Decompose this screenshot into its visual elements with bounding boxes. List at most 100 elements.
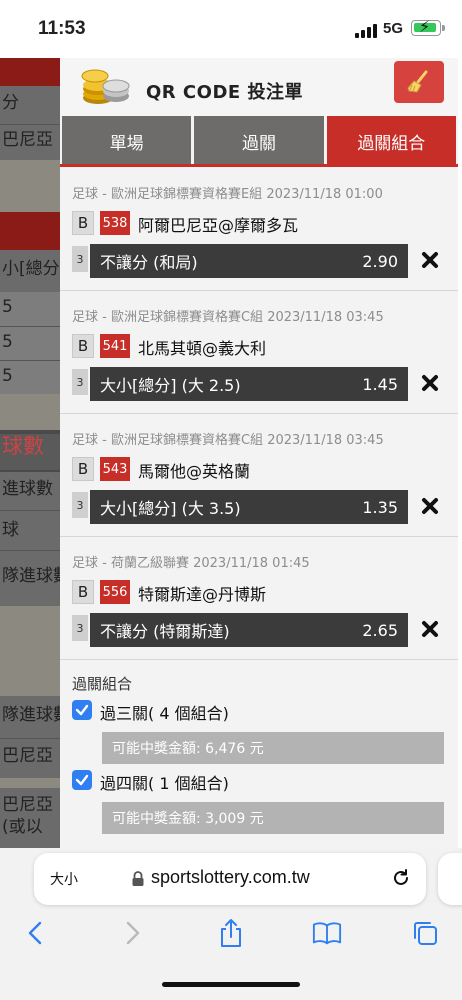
text-size-button[interactable]: 大小 bbox=[50, 869, 78, 889]
bet-league-line: 足球 - 荷蘭乙級聯賽 2023/11/18 01:45 bbox=[72, 552, 310, 571]
battery-icon: ⚡ bbox=[411, 17, 445, 36]
address-bar[interactable]: 大小 sportslottery.com.tw bbox=[34, 853, 426, 905]
back-button[interactable] bbox=[20, 918, 50, 948]
broom-icon bbox=[407, 70, 428, 93]
selection-label: 不讓分 (和局) bbox=[100, 253, 198, 272]
bg-row: 巴尼亞 bbox=[0, 124, 60, 160]
network-label: 5G bbox=[383, 20, 404, 37]
chevron-left-icon bbox=[28, 921, 42, 945]
bg-row-empty bbox=[0, 394, 60, 430]
tabs-button[interactable] bbox=[410, 918, 440, 948]
tab-single[interactable]: 單場 bbox=[62, 116, 192, 166]
bet-type-badge: B bbox=[72, 457, 94, 481]
odds-index: 3 bbox=[72, 246, 88, 272]
selection-label: 大小[總分] (大 3.5) bbox=[100, 499, 241, 518]
potential-prize: 可能中獎金額: 6,476 元 bbox=[102, 732, 444, 764]
close-icon bbox=[422, 252, 438, 268]
selection-label: 不讓分 (特爾斯達) bbox=[100, 622, 230, 641]
bet-league: 足球 - 歐洲足球錦標賽資格賽C組 bbox=[72, 310, 264, 325]
reload-icon[interactable] bbox=[390, 867, 412, 889]
bet-type-badge: B bbox=[72, 211, 94, 235]
bg-row: 5 bbox=[0, 326, 60, 360]
share-button[interactable] bbox=[216, 918, 246, 948]
bet-teams: 北馬其頓@義大利 bbox=[138, 339, 267, 358]
potential-prize: 可能中獎金額: 3,009 元 bbox=[102, 802, 444, 834]
odds-value: 1.35 bbox=[362, 497, 398, 517]
status-time: 11:53 bbox=[38, 18, 86, 39]
bg-row: 小[總分] bbox=[0, 250, 60, 292]
bet-league: 足球 - 荷蘭乙級聯賽 bbox=[72, 556, 189, 571]
bg-row-empty bbox=[0, 160, 60, 212]
bg-row: 分 bbox=[0, 86, 60, 124]
browser-toolbar: 大小 sportslottery.com.tw bbox=[0, 848, 462, 1000]
odds-value: 1.45 bbox=[362, 374, 398, 394]
bookmarks-button[interactable] bbox=[312, 918, 342, 948]
bet-teams: 阿爾巴尼亞@摩爾多瓦 bbox=[138, 216, 299, 235]
bet-item: 足球 - 歐洲足球錦標賽資格賽C組 2023/11/18 03:45 B 541… bbox=[60, 291, 458, 414]
bet-league: 足球 - 歐洲足球錦標賽資格賽E組 bbox=[72, 187, 263, 202]
bet-datetime: 2023/11/18 03:45 bbox=[267, 433, 384, 448]
odds-selection: 大小[總分] (大 2.5) 1.45 bbox=[90, 367, 408, 401]
match-number-badge: 556 bbox=[100, 580, 130, 604]
odds-index: 3 bbox=[72, 369, 88, 395]
bet-list: 足球 - 歐洲足球錦標賽資格賽E組 2023/11/18 01:00 B 538… bbox=[60, 168, 458, 660]
combo-option-label[interactable]: 過四關( 1 個組合) bbox=[100, 770, 229, 794]
background-page: 分 巴尼亞 小[總分] 5 5 5 球數 進球數 球 隊進球數 隊進球數 巴尼亞… bbox=[0, 58, 60, 848]
remove-bet-button[interactable] bbox=[418, 248, 442, 272]
bg-row: 隊進球數 bbox=[0, 550, 60, 606]
tab-underline bbox=[60, 164, 458, 167]
combo-option-label[interactable]: 過三關( 4 個組合) bbox=[100, 700, 229, 724]
remove-bet-button[interactable] bbox=[418, 371, 442, 395]
url-text[interactable]: sportslottery.com.tw bbox=[151, 867, 310, 888]
odds-index: 3 bbox=[72, 492, 88, 518]
combo-checkbox[interactable] bbox=[72, 770, 92, 790]
bet-datetime: 2023/11/18 01:00 bbox=[266, 187, 383, 202]
qr-betslip-modal: QR CODE 投注單 單場 過關 過關組合 足球 - 歐洲足球錦標賽資格賽E組… bbox=[60, 58, 458, 848]
chevron-right-icon bbox=[126, 921, 140, 945]
close-icon bbox=[422, 498, 438, 514]
bg-header-bar bbox=[0, 58, 60, 86]
modal-header: QR CODE 投注單 bbox=[60, 58, 458, 116]
bet-item: 足球 - 荷蘭乙級聯賽 2023/11/18 01:45 B 556 特爾斯達@… bbox=[60, 537, 458, 660]
tab-parlay-combo[interactable]: 過關組合 bbox=[326, 116, 456, 166]
bg-row-empty bbox=[0, 606, 60, 696]
bg-row: (或以 bbox=[0, 818, 60, 848]
bet-type-badge: B bbox=[72, 580, 94, 604]
bg-row: 隊進球數 bbox=[0, 696, 60, 738]
bet-datetime: 2023/11/18 01:45 bbox=[193, 556, 310, 571]
odds-selection: 大小[總分] (大 3.5) 1.35 bbox=[90, 490, 408, 524]
bet-league-line: 足球 - 歐洲足球錦標賽資格賽C組 2023/11/18 03:45 bbox=[72, 306, 384, 325]
remove-bet-button[interactable] bbox=[418, 494, 442, 518]
bg-header-bar bbox=[0, 212, 60, 250]
bg-row: 巴尼亞 bbox=[0, 738, 60, 778]
bg-row: 球數 bbox=[0, 434, 60, 470]
next-tab-peek[interactable] bbox=[438, 853, 462, 905]
combo-checkbox[interactable] bbox=[72, 700, 92, 720]
bg-row: 進球數 bbox=[0, 472, 60, 510]
remove-bet-button[interactable] bbox=[418, 617, 442, 641]
bet-teams: 馬爾他@英格蘭 bbox=[138, 462, 251, 481]
coins-icon bbox=[81, 69, 130, 104]
odds-selection: 不讓分 (特爾斯達) 2.65 bbox=[90, 613, 408, 647]
modal-title: QR CODE 投注單 bbox=[146, 82, 303, 103]
bet-item: 足球 - 歐洲足球錦標賽資格賽C組 2023/11/18 03:45 B 543… bbox=[60, 414, 458, 537]
forward-button[interactable] bbox=[118, 918, 148, 948]
selection-label: 大小[總分] (大 2.5) bbox=[100, 376, 241, 395]
bg-row-empty bbox=[0, 778, 60, 788]
tabs-icon bbox=[414, 922, 437, 945]
clear-betslip-button[interactable] bbox=[394, 61, 444, 103]
odds-value: 2.90 bbox=[362, 251, 398, 271]
bet-league: 足球 - 歐洲足球錦標賽資格賽C組 bbox=[72, 433, 264, 448]
status-bar: 11:53 5G ⚡ bbox=[0, 0, 462, 58]
match-number-badge: 538 bbox=[100, 211, 130, 235]
combo-heading: 過關組合 bbox=[72, 675, 133, 693]
odds-value: 2.65 bbox=[362, 620, 398, 640]
match-number-badge: 543 bbox=[100, 457, 130, 481]
lock-icon bbox=[132, 871, 144, 886]
tab-parlay[interactable]: 過關 bbox=[194, 116, 324, 166]
bg-row: 5 bbox=[0, 360, 60, 394]
odds-index: 3 bbox=[72, 615, 88, 641]
parlay-combo-section: 過關組合 過三關( 4 個組合) 可能中獎金額: 6,476 元 過四關( 1 … bbox=[60, 660, 458, 848]
bet-league-line: 足球 - 歐洲足球錦標賽資格賽C組 2023/11/18 03:45 bbox=[72, 429, 384, 448]
close-icon bbox=[422, 621, 438, 637]
